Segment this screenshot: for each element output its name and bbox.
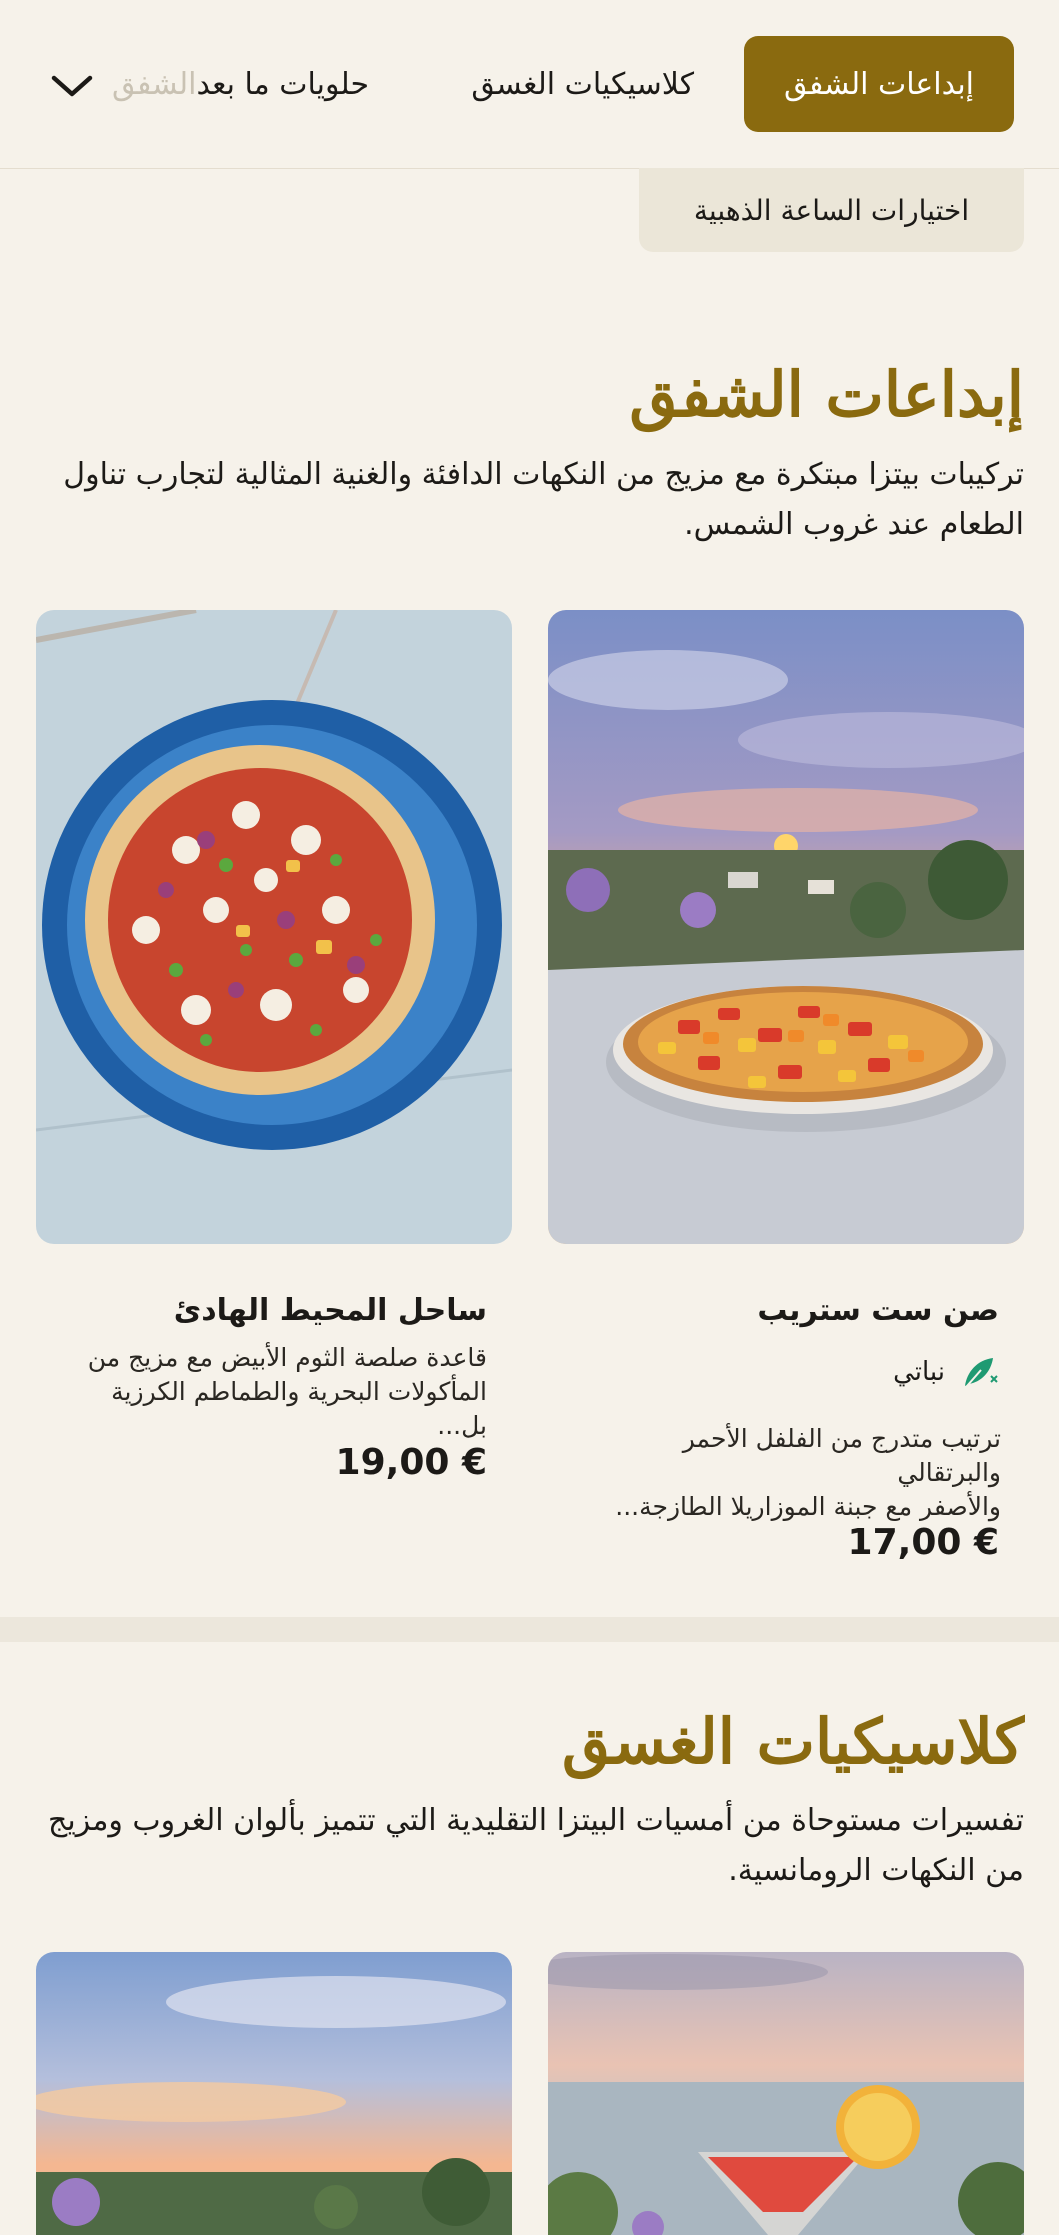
item-price: 19,00 €	[335, 1442, 487, 1483]
item-description: قاعدة صلصة الثوم الأبيض مع مزيج من المأك…	[67, 1341, 487, 1443]
section-description: تركيبات بيتزا مبتكرة مع مزيج من النكهات …	[63, 457, 1024, 542]
pizza-image-pacific-coast[interactable]	[36, 610, 512, 1244]
description-line: قاعدة صلصة الثوم الأبيض مع مزيج من	[87, 1343, 487, 1372]
section-title: كلاسيكيات الغسق	[561, 1705, 1024, 1778]
description-line: المأكولات البحرية والطماطم الكرزية بل...	[111, 1377, 487, 1440]
pizza-image-classic-2[interactable]	[36, 1952, 512, 2235]
tab-label-fade: الشفق	[112, 66, 197, 102]
tab-twilight-classics[interactable]: كلاسيكيات الغسق	[471, 36, 694, 132]
pizza-image-classic-1[interactable]	[548, 1952, 1024, 2235]
item-name[interactable]: ساحل المحيط الهادئ	[174, 1293, 487, 1328]
category-nav: إبداعات الشفق كلاسيكيات الغسق حلويات ما …	[0, 0, 1059, 169]
section-description: تفسيرات مستوحاة من أمسيات البيتزا التقلي…	[48, 1803, 1024, 1888]
tab-dusk-creations[interactable]: إبداعات الشفق	[744, 36, 1014, 132]
pizza-image-sunset-stripe[interactable]	[548, 610, 1024, 1244]
item-description: ترتيب متدرج من الفلفل الأحمر والبرتقالي …	[581, 1422, 1001, 1524]
chevron-down-icon[interactable]	[48, 62, 96, 110]
section-divider	[0, 1617, 1059, 1642]
section-title: إبداعات الشفق	[629, 358, 1024, 431]
vegan-leaf-icon	[965, 1358, 998, 1387]
description-line: والأصفر مع جبنة الموزاريلا الطازجة...	[615, 1492, 1001, 1521]
tab-label: حلويات ما بعد	[196, 66, 369, 102]
description-line: ترتيب متدرج من الفلفل الأحمر والبرتقالي	[682, 1424, 1001, 1487]
vegan-label: نباتي	[893, 1357, 945, 1387]
vegan-tag: نباتي	[893, 1352, 999, 1392]
tab-after-twilight-desserts[interactable]: حلويات ما بعد الشفق	[112, 36, 369, 132]
item-price: 17,00 €	[847, 1522, 999, 1563]
subtab-golden-hour-picks[interactable]: اختيارات الساعة الذهبية	[639, 168, 1024, 252]
item-name[interactable]: صن ست ستريب	[757, 1293, 999, 1328]
